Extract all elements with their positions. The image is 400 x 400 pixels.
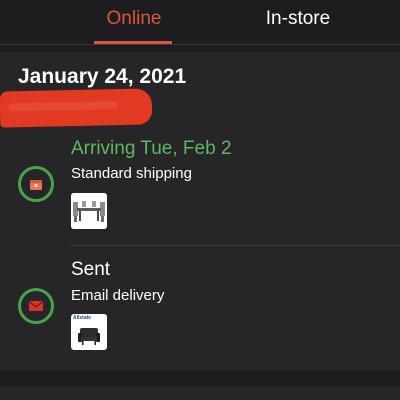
email-status-ring — [18, 288, 54, 324]
fulfillment-method: Email delivery — [71, 287, 165, 304]
shipping-status-ring — [18, 166, 54, 202]
section-gap — [0, 370, 400, 386]
delivery-status: Arriving Tue, Feb 2 — [71, 138, 232, 159]
tab-online[interactable]: Online — [96, 6, 172, 32]
tab-in-store[interactable]: In-store — [258, 6, 338, 32]
envelope-icon — [29, 299, 43, 313]
order-date: January 24, 2021 — [18, 65, 187, 88]
package-icon — [29, 177, 43, 191]
product-thumbnail[interactable] — [71, 193, 107, 229]
next-order-card[interactable] — [0, 386, 400, 400]
delivery-status: Sent — [71, 259, 111, 280]
redacted-order-number — [0, 88, 153, 128]
active-tab-indicator — [94, 41, 172, 44]
product-thumbnail[interactable]: Allstate — [71, 314, 107, 350]
item-divider — [71, 245, 400, 246]
orders-screen: Online In-store January 24, 2021 Arrivin… — [0, 0, 400, 400]
fulfillment-method: Standard shipping — [71, 165, 192, 182]
order-tabs: Online In-store — [0, 0, 400, 45]
